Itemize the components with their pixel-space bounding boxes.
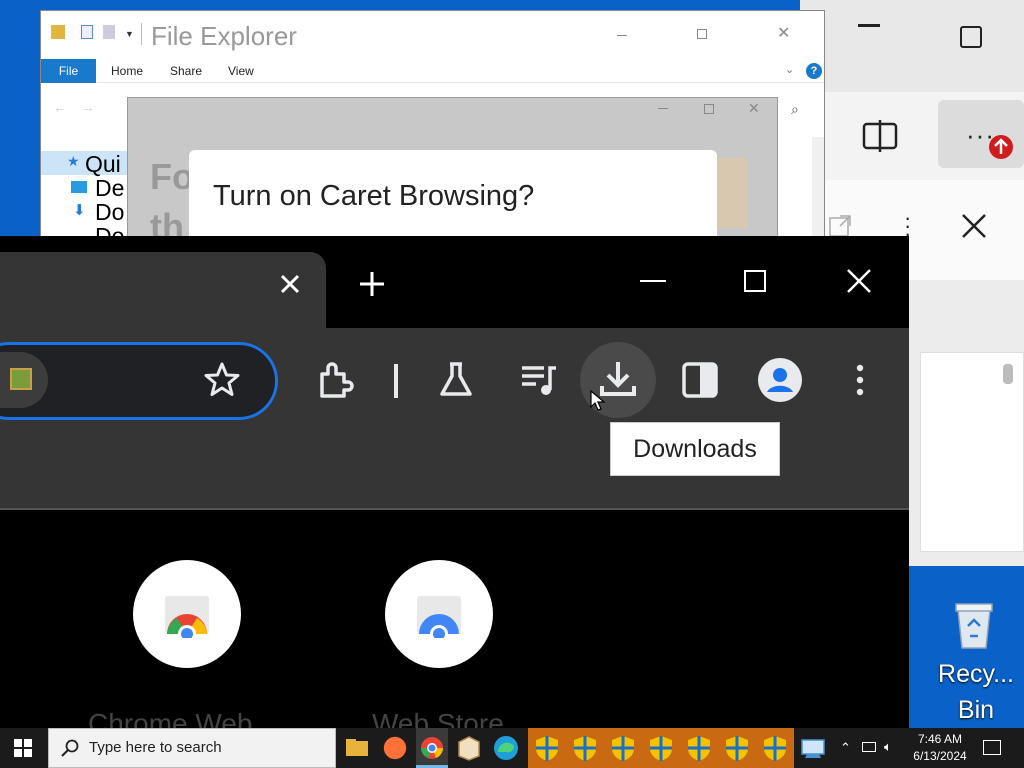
maximize-icon[interactable] — [744, 270, 766, 292]
uac-shield-icon[interactable] — [645, 732, 677, 764]
tab-share[interactable]: Share — [170, 59, 202, 83]
show-hidden-icons-icon[interactable]: ⌃ — [840, 740, 851, 756]
search-placeholder: Type here to search — [89, 739, 222, 756]
toolbar-separator — [394, 364, 398, 398]
taskbar-search-box[interactable]: Type here to search — [48, 728, 336, 768]
system-clock[interactable]: 7:46 AM 6/13/2024 — [900, 731, 980, 765]
bookmark-star-icon[interactable] — [198, 356, 246, 404]
forward-icon[interactable]: → — [81, 99, 95, 115]
close-icon[interactable] — [960, 212, 988, 240]
nav-item-desktop[interactable]: De — [95, 175, 124, 202]
downloads-icon: ⬇ — [73, 202, 86, 219]
taskbar: Type here to search ⌃ 🔈︎ 7:46 AM 6/13/20… — [0, 728, 1024, 768]
maximize-icon[interactable] — [697, 29, 707, 39]
close-icon[interactable]: ✕ — [777, 23, 790, 43]
chrome-labs-icon[interactable] — [432, 356, 480, 404]
close-icon[interactable] — [846, 268, 872, 294]
minimize-icon[interactable] — [658, 108, 668, 109]
quick-access-icon: ★ — [67, 153, 80, 169]
background-box-illustration — [718, 158, 748, 228]
minimize-icon[interactable] — [640, 280, 666, 282]
downloads-tooltip: Downloads — [610, 422, 780, 476]
uac-shield-icon[interactable] — [759, 732, 791, 764]
scrollbar[interactable] — [812, 137, 824, 247]
minimize-icon[interactable] — [858, 24, 880, 27]
folder-icon — [51, 25, 65, 39]
desktop-icon — [71, 181, 87, 193]
package-taskbar-icon[interactable] — [453, 732, 485, 764]
extensions-icon[interactable] — [312, 356, 360, 404]
tab-file[interactable]: File — [41, 59, 96, 83]
split-screen-icon[interactable] — [862, 118, 898, 154]
new-tab-icon[interactable] — [358, 270, 386, 298]
web-store-icon — [415, 594, 463, 638]
chrome-taskbar-icon — [416, 732, 448, 764]
close-icon[interactable]: ✕ — [748, 100, 760, 117]
tab-home[interactable]: Home — [111, 59, 143, 83]
notifications-icon[interactable] — [983, 740, 1001, 755]
profile-avatar-icon[interactable] — [756, 356, 804, 404]
nav-item-downloads[interactable]: Do — [95, 199, 124, 226]
title-separator — [141, 23, 142, 45]
panel-more-icon[interactable]: · · · — [904, 207, 911, 245]
chrome-logo-icon — [163, 594, 211, 638]
clock-time: 7:46 AM — [917, 732, 963, 746]
uac-shield-icon[interactable] — [607, 732, 639, 764]
background-title-bar — [800, 0, 1024, 92]
network-icon[interactable] — [862, 742, 876, 752]
quick-access-dropdown-icon[interactable]: ▼ — [125, 29, 134, 39]
side-panel-icon[interactable] — [676, 356, 724, 404]
file-explorer-taskbar-icon[interactable] — [341, 732, 373, 764]
recycle-bin-icon[interactable] — [952, 600, 996, 650]
help-icon[interactable]: ? — [806, 63, 822, 79]
dialog-title: Turn on Caret Browsing? — [213, 180, 535, 212]
windows-start-icon[interactable] — [14, 739, 32, 757]
chrome-menu-icon[interactable] — [836, 356, 884, 404]
firefox-taskbar-icon[interactable] — [383, 736, 407, 760]
nav-item-quick-access[interactable]: Qui — [85, 151, 121, 178]
back-icon[interactable]: ← — [53, 99, 67, 115]
recycle-bin-label[interactable]: Recy... Bin — [928, 656, 1024, 728]
site-icon — [10, 368, 32, 390]
toolbar-bottom-border — [0, 508, 909, 510]
minimize-icon[interactable] — [617, 35, 627, 36]
maximize-icon[interactable] — [960, 26, 982, 48]
maximize-icon[interactable] — [704, 104, 714, 114]
volume-muted-icon[interactable]: 🔈︎ — [884, 739, 892, 755]
background-heading-1: Fo — [150, 156, 194, 197]
open-external-icon[interactable] — [828, 214, 852, 238]
uac-shield-icon[interactable] — [569, 732, 601, 764]
recycle-bin-label-line1: Recy... — [938, 660, 1014, 688]
mouse-cursor-icon — [590, 390, 606, 412]
edge-taskbar-icon[interactable] — [490, 732, 522, 764]
tab-close-icon[interactable] — [278, 272, 302, 296]
caret-browsing-dialog: Turn on Caret Browsing? — [189, 150, 717, 240]
properties-icon[interactable] — [81, 25, 93, 39]
uac-shield-icon[interactable] — [531, 732, 563, 764]
search-icon — [61, 739, 79, 757]
window-title: File Explorer — [151, 21, 297, 51]
remote-desktop-taskbar-icon[interactable] — [797, 732, 829, 764]
recycle-bin-label-line2: Bin — [957, 696, 995, 724]
ribbon-expand-icon[interactable]: ⌄ — [785, 63, 794, 76]
search-icon[interactable]: ⌕ — [791, 101, 799, 118]
scrollbar-thumb[interactable] — [1003, 364, 1013, 384]
update-available-icon[interactable] — [988, 134, 1014, 160]
ribbon-tabs — [41, 59, 824, 83]
new-folder-icon[interactable] — [103, 25, 115, 39]
tab-view[interactable]: View — [228, 59, 254, 83]
uac-shield-icon[interactable] — [683, 732, 715, 764]
media-controls-icon[interactable] — [514, 356, 562, 404]
clock-date: 6/13/2024 — [913, 749, 967, 763]
uac-shield-icon[interactable] — [721, 732, 753, 764]
chrome-window: Downloads Chrome Web Web Store — [0, 236, 909, 739]
